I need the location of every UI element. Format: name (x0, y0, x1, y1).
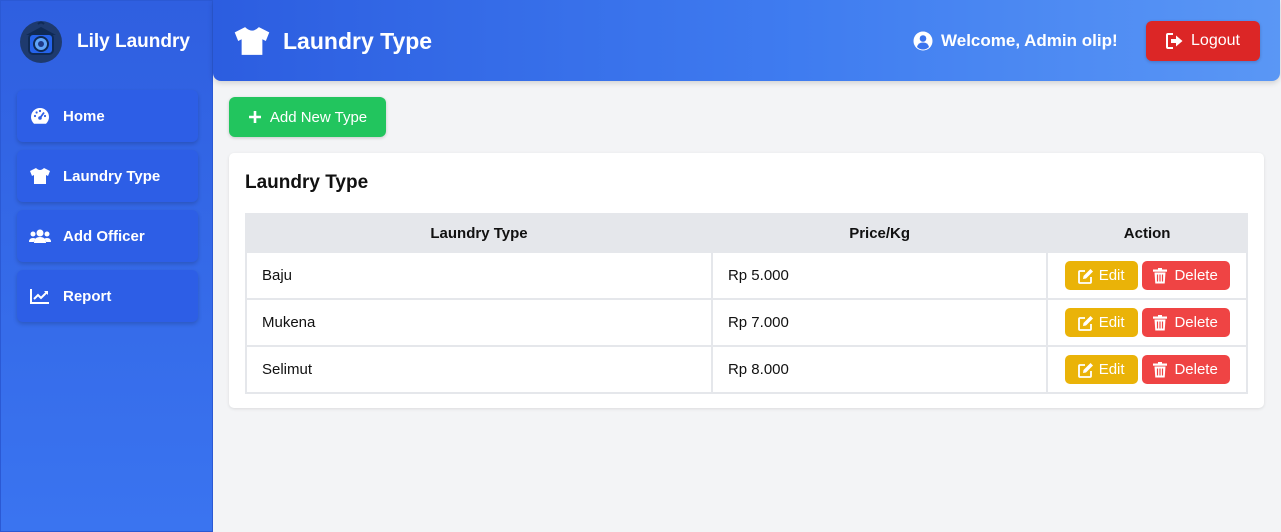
edit-button[interactable]: Edit (1064, 261, 1138, 290)
add-new-type-button[interactable]: Add New Type (229, 97, 386, 137)
trash-icon (1153, 267, 1169, 284)
delete-button[interactable]: Delete (1141, 355, 1230, 384)
welcome-message: Welcome, Admin olip! (913, 28, 1118, 54)
column-header-price: Price/Kg (710, 213, 1049, 253)
edit-label: Edit (1098, 267, 1125, 284)
cell-action: Edit Delete (1046, 251, 1248, 300)
card-title: Laundry Type (245, 172, 369, 193)
brand[interactable]: Lily Laundry (18, 19, 208, 65)
logout-label: Logout (1191, 32, 1240, 49)
sidebar-item-label: Report (63, 287, 112, 305)
delete-button[interactable]: Delete (1141, 308, 1230, 337)
welcome-text: Welcome, Admin olip! (941, 31, 1118, 50)
trash-icon (1153, 361, 1169, 378)
page-title-text: Laundry Type (283, 27, 433, 54)
delete-label: Delete (1174, 314, 1218, 331)
cell-laundry-type: Baju (245, 251, 713, 300)
edit-label: Edit (1098, 314, 1125, 331)
plus-icon (248, 110, 262, 124)
logout-button[interactable]: Logout (1146, 21, 1260, 61)
table-row: Mukena Rp 7.000 Edit Delete (245, 298, 1248, 347)
sidebar-item-home[interactable]: Home (17, 90, 198, 142)
cell-price: Rp 7.000 (710, 298, 1049, 347)
edit-label: Edit (1098, 361, 1125, 378)
table-row: Selimut Rp 8.000 Edit Delete (245, 345, 1248, 394)
sidebar-item-label: Laundry Type (63, 167, 161, 185)
table-header-row: Laundry Type Price/Kg Action (245, 213, 1248, 253)
speedometer-icon (29, 106, 51, 126)
sidebar-item-label: Add Officer (63, 227, 145, 245)
shirt-icon (233, 24, 271, 58)
washing-machine-logo-icon (18, 19, 64, 65)
sidebar-item-label: Home (63, 107, 105, 125)
delete-label: Delete (1174, 361, 1218, 378)
cell-action: Edit Delete (1046, 345, 1248, 394)
delete-label: Delete (1174, 267, 1218, 284)
sidebar-item-report[interactable]: Report (17, 270, 198, 322)
top-header: Laundry Type Welcome, Admin olip! Logout (213, 0, 1280, 81)
trash-icon (1153, 314, 1169, 331)
edit-button[interactable]: Edit (1064, 308, 1138, 337)
edit-icon (1077, 268, 1094, 284)
cell-laundry-type: Selimut (245, 345, 713, 394)
edit-icon (1077, 362, 1094, 378)
brand-title: Lily Laundry (77, 31, 190, 52)
cell-laundry-type: Mukena (245, 298, 713, 347)
column-header-action: Action (1046, 213, 1248, 253)
sidebar-item-add-officer[interactable]: Add Officer (17, 210, 198, 262)
chart-line-icon (29, 286, 51, 306)
table-row: Baju Rp 5.000 Edit Delete (245, 251, 1248, 300)
sidebar-item-laundry-type[interactable]: Laundry Type (17, 150, 198, 202)
cell-price: Rp 5.000 (710, 251, 1049, 300)
laundry-type-card: Laundry Type Laundry Type Price/Kg Actio… (229, 153, 1264, 408)
shirt-icon (29, 166, 51, 186)
edit-icon (1077, 315, 1094, 331)
cell-action: Edit Delete (1046, 298, 1248, 347)
users-icon (29, 226, 51, 246)
cell-price: Rp 8.000 (710, 345, 1049, 394)
add-new-type-label: Add New Type (269, 108, 368, 126)
column-header-laundry-type: Laundry Type (245, 213, 713, 253)
delete-button[interactable]: Delete (1141, 261, 1230, 290)
page-title: Laundry Type (233, 22, 432, 60)
user-circle-icon (913, 31, 933, 51)
sidebar: Lily Laundry Home Laundry Type Add Offic… (0, 0, 213, 532)
sign-out-icon (1166, 33, 1184, 49)
edit-button[interactable]: Edit (1064, 355, 1138, 384)
laundry-type-table: Laundry Type Price/Kg Action Baju Rp 5.0… (245, 213, 1248, 394)
